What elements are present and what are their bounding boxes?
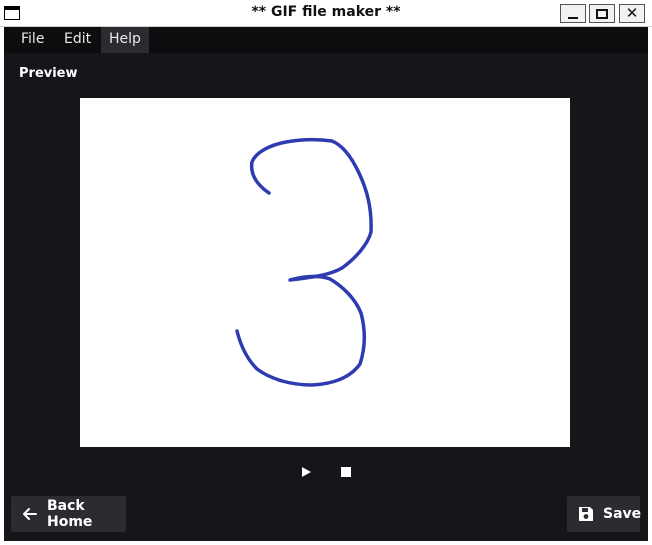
maximize-button[interactable] xyxy=(589,4,615,23)
close-icon: ✕ xyxy=(625,4,639,22)
play-button[interactable] xyxy=(298,464,314,480)
close-button[interactable]: ✕ xyxy=(619,4,645,23)
menu-bar: File Edit Help xyxy=(4,27,648,53)
preview-canvas xyxy=(80,98,570,447)
app-window: File Edit Help Preview Back Home Save xyxy=(4,27,648,541)
save-button[interactable]: Save xyxy=(567,496,642,532)
play-icon xyxy=(301,467,311,477)
back-home-button[interactable]: Back Home xyxy=(11,496,126,532)
minimize-icon xyxy=(568,16,578,19)
title-bar: ** GIF file maker ** ✕ xyxy=(0,0,652,27)
maximize-icon xyxy=(596,8,608,19)
preview-heading: Preview xyxy=(19,66,78,81)
stop-button[interactable] xyxy=(338,464,354,480)
menu-help[interactable]: Help xyxy=(101,27,149,53)
floppy-disk-icon xyxy=(577,505,595,523)
window-title: ** GIF file maker ** xyxy=(251,4,401,20)
minimize-button[interactable] xyxy=(560,4,586,23)
save-label: Save xyxy=(603,506,642,522)
stop-icon xyxy=(341,467,351,477)
arrow-left-icon xyxy=(21,505,39,523)
menu-edit[interactable]: Edit xyxy=(56,27,99,53)
menu-file[interactable]: File xyxy=(13,27,52,53)
back-home-label: Back Home xyxy=(47,498,93,530)
drawn-digit-three xyxy=(235,137,373,387)
